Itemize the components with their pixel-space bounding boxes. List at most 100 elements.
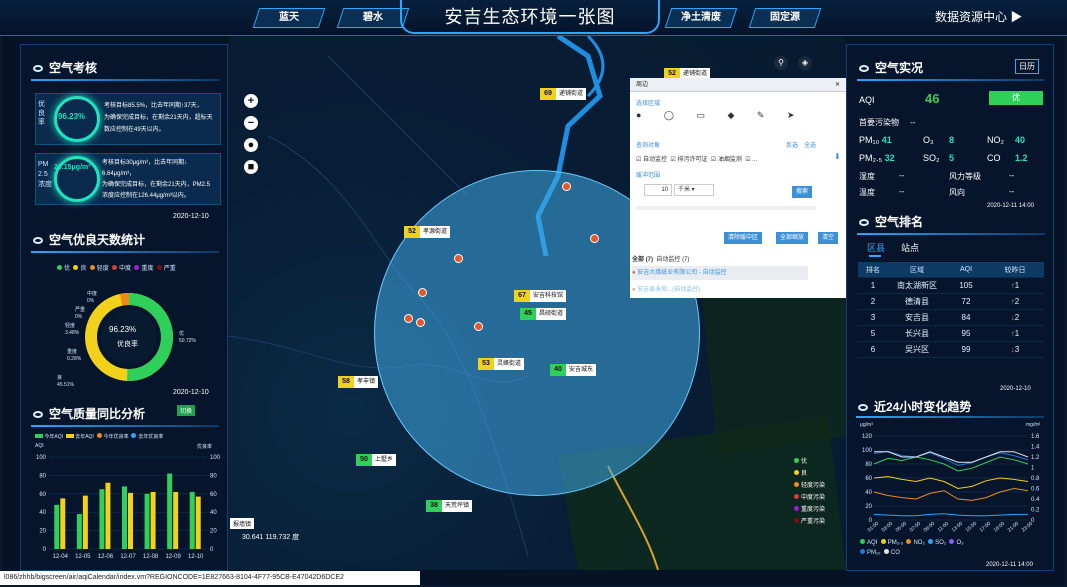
tab-bishui[interactable]: 碧水 [336,8,410,28]
factory-marker[interactable] [404,314,413,323]
buffer-input[interactable]: 10 [644,184,672,196]
tab-county[interactable]: 区县 [867,241,885,254]
layers-icon[interactable]: ◈ [798,56,812,70]
x-tick-label: 12-10 [188,554,204,560]
select-all[interactable]: 全选 [804,140,816,149]
draw-tools[interactable]: ● ◯ ▭ ◆ ✎ ➤ [636,110,805,121]
series-line [873,487,1029,501]
factory-marker[interactable] [562,182,571,191]
eye-icon [859,65,869,73]
legend-item: O₃ [949,539,964,546]
kaohe-date: 2020-12-10 [173,213,209,220]
legend-item: 今年AQI [35,434,63,440]
x-tick-label: 09:00 [923,521,937,534]
zoom-all-button[interactable]: 全部缩放 [776,232,809,244]
y2-tick-label: 0.8 [1031,476,1040,482]
map-station-label[interactable]: 69 递铺街道 [540,88,587,100]
left-panel: 空气考核 优良率 96.23% 考核目标85.5%，比去年同期↑37天， 为确保完… [20,44,228,571]
x-tick-label: 17:00 [979,521,993,534]
search-button[interactable]: 搜索 [792,186,813,198]
factory-marker[interactable] [416,318,425,327]
road [327,55,469,197]
map-station-label[interactable]: 58 孝丰镇 [338,376,379,388]
result-item[interactable]: ● 安吉县永和...(自动监控) [632,284,808,296]
zoom-out-button[interactable]: − [244,116,258,130]
y2-tick-label: 60 [210,492,217,498]
map-station-label[interactable]: 50 上墅乡 [356,454,397,466]
zoom-in-button[interactable]: + [244,94,258,108]
legend-item: NO₂ [906,539,925,546]
clear-button[interactable]: 清空 [818,232,839,244]
data-center-link[interactable]: 数据资源中心 ▶ [935,8,1022,25]
table-row[interactable]: 5 长兴县 95 ↑1 [858,326,1044,342]
pollutant-row-2: PM₂.₅ 32 SO₂ 5 CO 1.2 [859,153,1028,163]
popup-section-area: 选择区域 [636,101,661,107]
tab-station[interactable]: 站点 [901,241,919,254]
pin-icon[interactable]: ⚲ [774,56,788,70]
trend-title: 近24小时变化趋势 [858,398,971,415]
y2-tick-label: 0 [210,547,214,553]
legend-item: PM₂.₅ [880,539,903,546]
calendar-button[interactable]: 日历 [1015,59,1039,74]
factory-marker[interactable] [474,322,483,331]
popup-progress [636,206,816,210]
eye-icon [33,65,43,73]
legend-item: CO [883,549,900,556]
y2-tick-label: 0.4 [1031,497,1040,503]
tab-jingtu[interactable]: 净土清废 [664,8,738,28]
switch-button[interactable]: 切换 [177,405,196,416]
divider [31,425,219,427]
y2-tick-label: 20 [210,529,217,535]
map-station-label[interactable]: 52 孝源街道 [404,226,451,238]
table-row[interactable]: 6 吴兴区 99 ↓3 [858,342,1044,358]
donut-label-qingdu: 轻度 3.48% [65,323,80,336]
table-row[interactable]: 1 南太湖新区 105 ↑1 [858,278,1044,294]
factory-marker[interactable] [454,254,463,263]
factory-marker[interactable] [590,234,599,243]
donut-hole [101,309,157,365]
x-tick-label: 12-07 [120,554,136,560]
map-station-label[interactable]: 38 天荒坪镇 [426,500,473,512]
target-options[interactable]: ☑ 自动监控 ☑ 排污许可证 ☑ 油烟监测 ☑ ... [636,154,757,163]
close-icon[interactable]: ✕ [835,78,840,92]
arrow-down-icon[interactable]: ⬇ [834,152,841,161]
paiming-title: 空气排名 [859,213,923,230]
factory-marker[interactable] [418,288,427,297]
y-tick-label: 100 [862,448,873,454]
map-station-label[interactable]: 67 安吉科技馆 [514,290,567,302]
trend-line-chart: 1201008060402001.61.41.210.80.60.40.2001… [862,434,1040,534]
result-tabs[interactable]: 全部 (7) 自动监控 (7) [632,254,689,263]
divider [856,416,1044,418]
clear-buffer-button[interactable]: 清除缓中区 [724,232,763,244]
table-row[interactable]: 2 德清县 72 ↑2 [858,294,1044,310]
y-tick-label: 40 [865,490,872,496]
donut-label-liang: 良 45.51% [57,375,74,388]
top-bar: 蓝天 碧水 安吉生态环境一张图 净土清废 固定源 数据资源中心 ▶ [0,0,1067,36]
x-tick-label: 12-05 [75,554,91,560]
invert-select[interactable]: 反选 [786,140,798,149]
map-station-label[interactable]: 40 安吉城东 [550,364,597,376]
map-station-label[interactable]: 53 灵峰街道 [478,358,525,370]
map-station-label[interactable]: 45 昌硕街道 [520,308,567,320]
bar [150,491,156,549]
tab-gudingyuan[interactable]: 固定源 [748,8,822,28]
result-item[interactable]: ● 安吉大缘纸业有限公司 - 自动监控 [632,266,808,280]
legend-item: 严重 [156,265,176,272]
y-tick-label: 100 [36,455,47,461]
y-tick-label: 80 [865,462,872,468]
aqi-value: 46 [925,91,940,106]
unit-select[interactable]: 千米 ▾ [674,184,714,196]
y2-tick-label: 1 [1031,466,1035,472]
fullscreen-icon[interactable]: ■ [244,160,258,174]
pm25-value: 26.15μg/m³ [54,164,91,171]
donut-label-zhongdu: 中度 0% [87,291,98,304]
donut-label-yanzhong: 严重 0% [75,307,86,320]
donut-label-you: 优 50.72% [179,331,196,344]
table-row[interactable]: 3 安吉县 84 ↓2 [858,310,1044,326]
tab-lantian[interactable]: 蓝天 [252,8,326,28]
trend-date: 2020-12-11 14:00 [986,562,1033,568]
factory-icon: ● [632,270,636,276]
x-tick-label: 12-08 [143,554,159,560]
locate-icon[interactable]: ● [244,138,258,152]
x-tick-label: 21:00 [1007,521,1021,534]
